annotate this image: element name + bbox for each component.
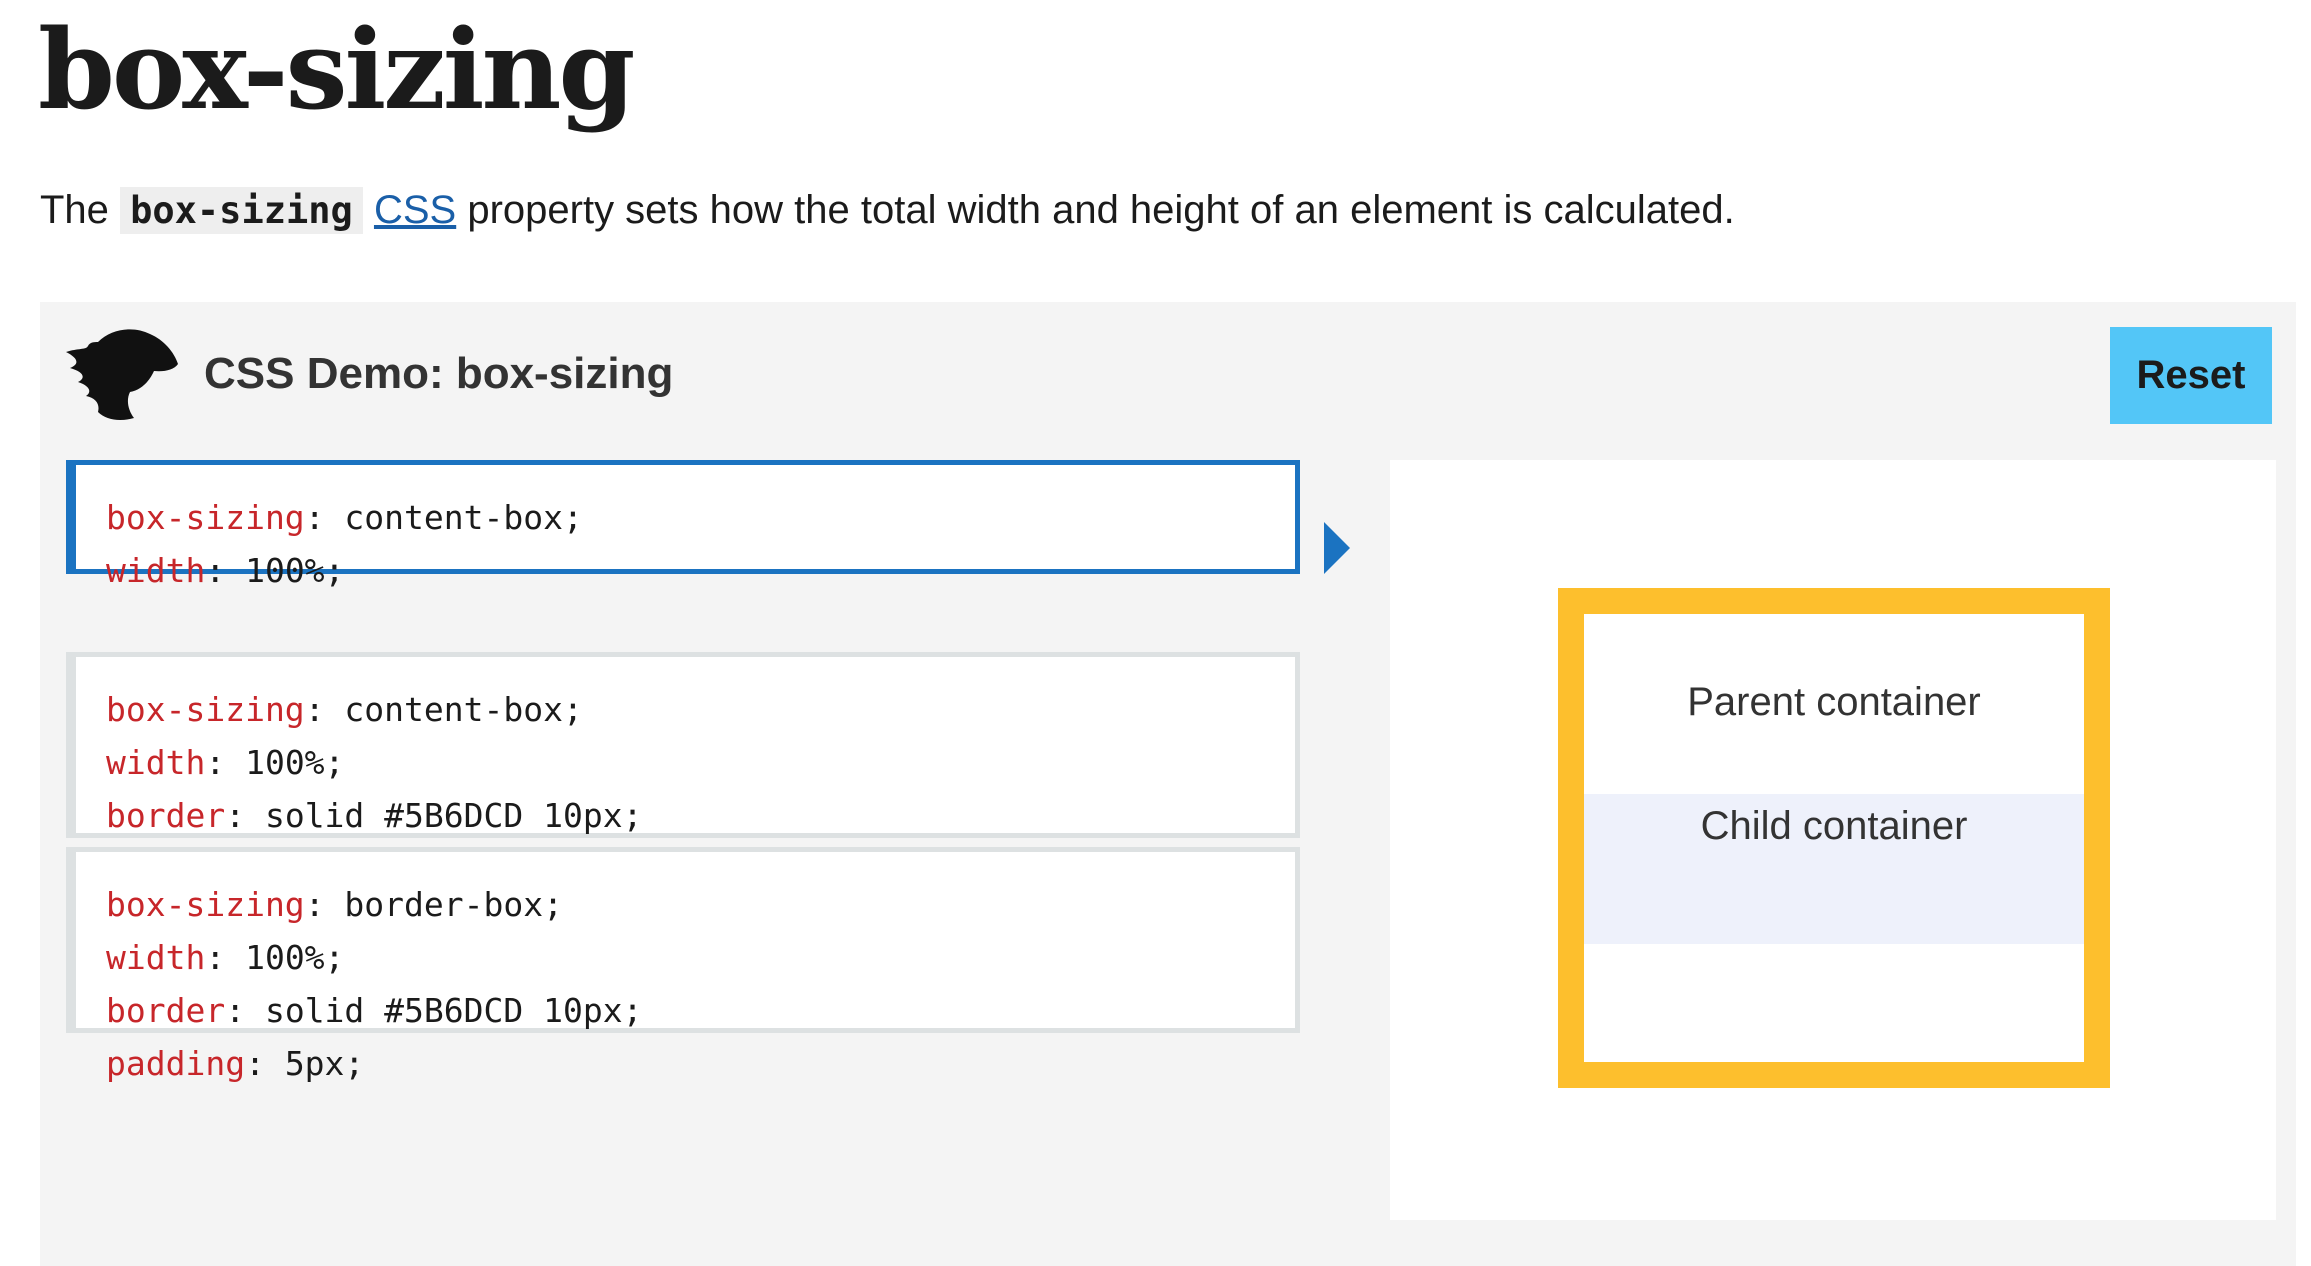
css-value: : content-box; <box>304 498 583 537</box>
css-property: width <box>106 938 206 977</box>
css-property: width <box>106 551 206 590</box>
intro-paragraph: The box-sizing CSS property sets how the… <box>40 180 1735 241</box>
parent-container: Parent container Child container <box>1558 588 2110 1088</box>
css-link[interactable]: CSS <box>374 188 456 232</box>
intro-suffix: property sets how the total width and he… <box>467 188 1735 232</box>
code-line: width: 100%; <box>106 736 1295 789</box>
css-property: width <box>106 743 206 782</box>
css-value: : solid #5B6DCD 10px; <box>225 991 643 1030</box>
code-line: width: 100%; <box>106 544 1295 597</box>
css-property: box-sizing <box>106 885 305 924</box>
css-property: box-sizing <box>106 690 305 729</box>
intro-prefix: The <box>40 188 109 232</box>
child-container: Child container <box>1584 794 2084 944</box>
css-value: : 100%; <box>205 743 345 782</box>
interactive-example: CSS Demo: box-sizing Reset box-sizing: c… <box>40 302 2296 1266</box>
code-line: padding: 5px; <box>106 1037 1295 1090</box>
css-value: : solid #5B6DCD 10px; <box>225 796 643 835</box>
code-line: box-sizing: content-box; <box>106 491 1295 544</box>
css-value: : border-box; <box>304 885 563 924</box>
inline-code: box-sizing <box>120 187 363 234</box>
code-line: box-sizing: border-box; <box>106 878 1295 931</box>
code-line: width: 100%; <box>106 931 1295 984</box>
example-choice[interactable]: box-sizing: border-box; width: 100%; borde… <box>66 847 1300 1083</box>
css-value: : content-box; <box>304 690 583 729</box>
css-property: padding <box>106 1044 246 1083</box>
demo-title: CSS Demo: box-sizing <box>204 349 674 398</box>
css-property: box-sizing <box>106 498 305 537</box>
code-line: box-sizing: content-box; <box>106 683 1295 736</box>
css-property: border <box>106 796 226 835</box>
parent-container-label: Parent container <box>1687 680 1981 724</box>
css-value: : 100%; <box>205 551 345 590</box>
code-line: border: solid #5B6DCD 10px; <box>106 789 1295 842</box>
child-container-label: Child container <box>1700 804 1968 848</box>
reset-button[interactable]: Reset <box>2110 327 2272 424</box>
css-property: border <box>106 991 226 1030</box>
selected-arrow-icon <box>1324 522 1350 574</box>
code-line: border: solid #5B6DCD 10px; <box>106 984 1295 1037</box>
css-value: : 100%; <box>205 938 345 977</box>
output-panel: Parent container Child container <box>1390 460 2276 1220</box>
page-title: box-sizing <box>38 5 635 134</box>
dinosaur-head-icon <box>66 329 178 420</box>
css-value: : 5px; <box>245 1044 365 1083</box>
example-choice[interactable]: box-sizing: content-box; width: 100%; <box>66 460 1300 590</box>
example-choice[interactable]: box-sizing: content-box; width: 100%; bord… <box>66 652 1300 888</box>
